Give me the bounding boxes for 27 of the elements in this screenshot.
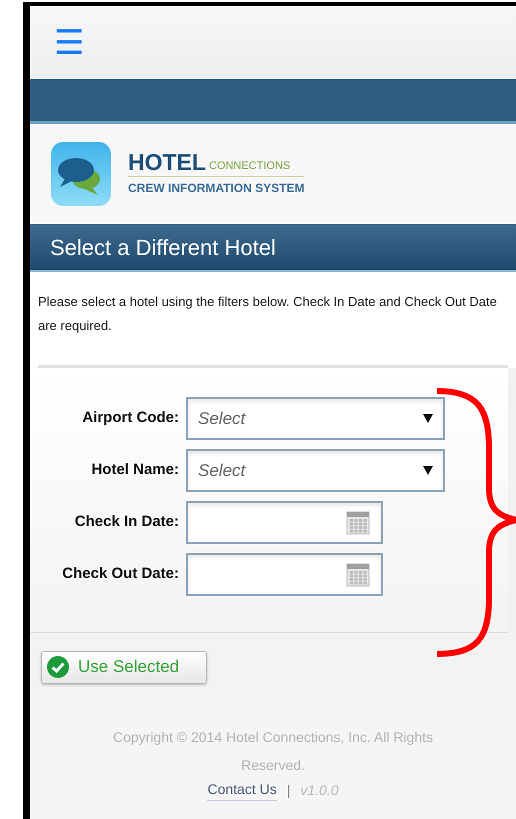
logo-title: HOTEL [128,151,206,174]
calendar-icon[interactable] [346,562,370,586]
contact-link[interactable]: Contact Us [207,779,277,801]
field-label: Hotel Name: [90,460,180,480]
instructions-text: Please select a hotel using the filters below. Check In Date and Check Out Date are required. [38,293,498,335]
page-title: Select a Different Hotel [50,234,276,262]
select-field[interactable]: Select [186,397,445,440]
logo-icon [50,141,112,207]
logo-tagline: CREW INFORMATION SYSTEM [128,180,304,197]
copyright-text: Copyright © 2014 Hotel Connections, Inc. All Rights Reserved. [112,728,434,775]
field-label: Check Out Date: [61,564,180,584]
separator-text: | [286,780,290,800]
date-field[interactable] [186,501,383,544]
select-placeholder: Select [198,460,246,482]
date-field[interactable] [186,553,383,596]
select-field[interactable]: Select [186,449,445,492]
version-text: v1.0.0 [300,780,339,800]
calendar-icon[interactable] [346,510,370,534]
logo-subtitle: CONNECTIONS [208,161,290,174]
use-selected-button[interactable]: Use Selected [41,650,207,684]
dropdown-caret-icon [423,466,433,475]
field-label: Check In Date: [74,512,180,532]
select-placeholder: Select [198,408,246,430]
field-label: Airport Code: [81,408,180,428]
check-circle-icon [46,655,70,679]
menu-icon[interactable]: ☰ [54,26,84,60]
dropdown-caret-icon [423,414,433,423]
